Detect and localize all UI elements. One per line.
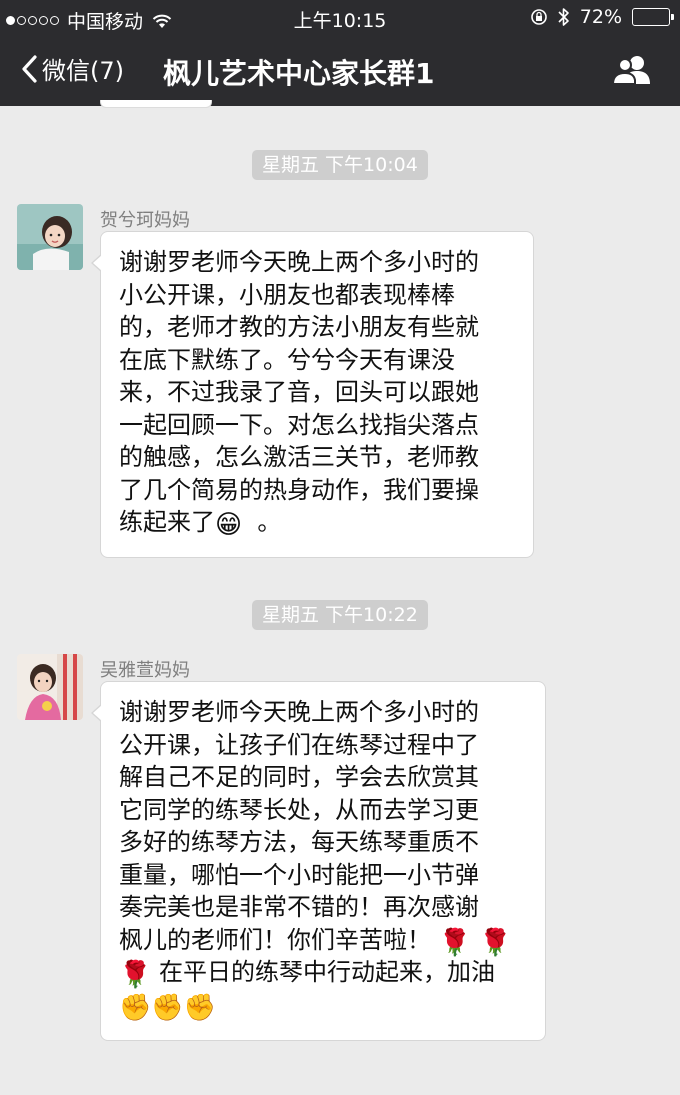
- message-bubble[interactable]: 谢谢罗老师今天晚上两个多小时的 公开课，让孩子们在练琴过程中了 解自己不足的同时…: [91, 681, 546, 1041]
- rose-emoji: 🌹 🌹: [438, 927, 512, 958]
- grinning-face-emoji: 😁: [215, 510, 243, 540]
- rotation-lock-icon: [530, 9, 547, 25]
- message-line: 的触感，怎么激活三关节，老师教: [119, 443, 479, 471]
- back-button[interactable]: 微信(7): [20, 51, 124, 86]
- message-text: 枫儿的老师们！你们辛苦啦！: [119, 925, 431, 954]
- message-line: 解自己不足的同时，学会去欣赏其: [119, 763, 479, 791]
- message-text: 在平日的练琴中行动起来，加油: [159, 958, 496, 986]
- message-line: 了几个简易的热身动作，我们要操: [119, 475, 479, 504]
- message-line: ✊✊✊: [119, 989, 529, 1022]
- battery-icon: [632, 8, 674, 26]
- rose-emoji: 🌹: [119, 960, 152, 990]
- message-line: 公开课，让孩子们在练琴过程中了: [119, 730, 479, 759]
- top-bar: 中国移动 上午10:15 72% 微信(7) 枫儿艺术中心家长群1: [0, 0, 680, 106]
- message-line: 在底下默练了。兮兮今天有课没: [119, 345, 455, 374]
- message-line: 小公开课，小朋友也都表现棒棒: [119, 280, 455, 309]
- chat-title: 枫儿艺术中心家长群1: [163, 57, 435, 90]
- avatar-girl-image: [17, 204, 83, 270]
- message-line: 多好的练琴方法，每天练琴重质不: [119, 828, 479, 856]
- status-right: 72%: [530, 6, 674, 28]
- message-line: 🌹 在平日的练琴中行动起来，加油: [119, 956, 529, 989]
- previous-message-bubble: [100, 100, 212, 108]
- message-line: 重量，哪怕一个小时能把一小节弹: [119, 860, 479, 889]
- group-members-icon[interactable]: [612, 54, 652, 86]
- message-line: 枫儿的老师们！你们辛苦啦！ 🌹 🌹: [119, 924, 529, 957]
- message-line: 一起回顾一下。对怎么找指尖落点: [119, 410, 479, 439]
- avatar[interactable]: [17, 204, 83, 270]
- message-text: 练起来了: [119, 508, 215, 536]
- raised-fist-emoji: ✊✊✊: [119, 992, 217, 1023]
- message-line: 的，老师才教的方法小朋友有些就: [119, 313, 479, 341]
- message-timestamp: 星期五 下午10:04: [252, 150, 428, 180]
- sender-name: 贺兮珂妈妈: [100, 210, 190, 231]
- message-line: 练起来了😁 。: [119, 506, 517, 539]
- message-text: 。: [257, 508, 282, 536]
- avatar[interactable]: [17, 654, 83, 720]
- message-timestamp: 星期五 下午10:22: [252, 600, 428, 630]
- message-line: 谢谢罗老师今天晚上两个多小时的: [119, 698, 479, 726]
- message-line: 奏完美也是非常不错的！再次感谢: [119, 893, 479, 921]
- sender-name: 吴雅萱妈妈: [100, 660, 190, 681]
- avatar-girl-image: [17, 654, 83, 720]
- message-bubble[interactable]: 谢谢罗老师今天晚上两个多小时的 小公开课，小朋友也都表现棒棒 的，老师才教的方法…: [91, 231, 534, 558]
- message-line: 来，不过我录了音，回头可以跟她: [119, 378, 479, 406]
- status-bar: 中国移动 上午10:15 72%: [0, 0, 680, 36]
- chevron-left-icon: [22, 54, 37, 83]
- message-line: 它同学的练琴长处，从而去学习更: [119, 795, 479, 824]
- back-label: 微信(7): [42, 57, 124, 85]
- bluetooth-icon: [558, 8, 569, 26]
- message-line: 谢谢罗老师今天晚上两个多小时的: [119, 248, 479, 276]
- nav-bar: 微信(7) 枫儿艺术中心家长群1: [0, 40, 680, 102]
- battery-percent: 72%: [579, 6, 622, 28]
